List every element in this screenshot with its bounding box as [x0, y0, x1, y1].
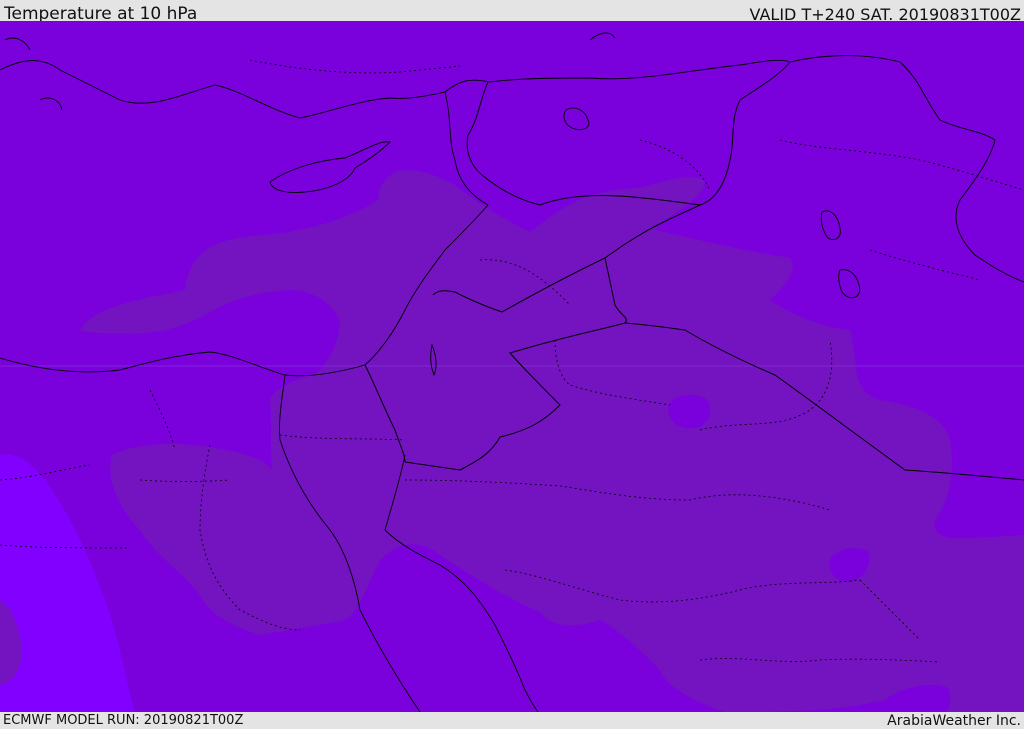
- map-canvas: [0, 21, 1024, 712]
- model-run-label: ECMWF MODEL RUN: 20190821T00Z: [3, 713, 244, 728]
- map-footer: ECMWF MODEL RUN: 20190821T00Z ArabiaWeat…: [0, 712, 1024, 729]
- weather-map[interactable]: [0, 21, 1024, 712]
- map-header: Temperature at 10 hPa VALID T+240 SAT. 2…: [0, 0, 1024, 24]
- credit-label: ArabiaWeather Inc.: [887, 713, 1021, 729]
